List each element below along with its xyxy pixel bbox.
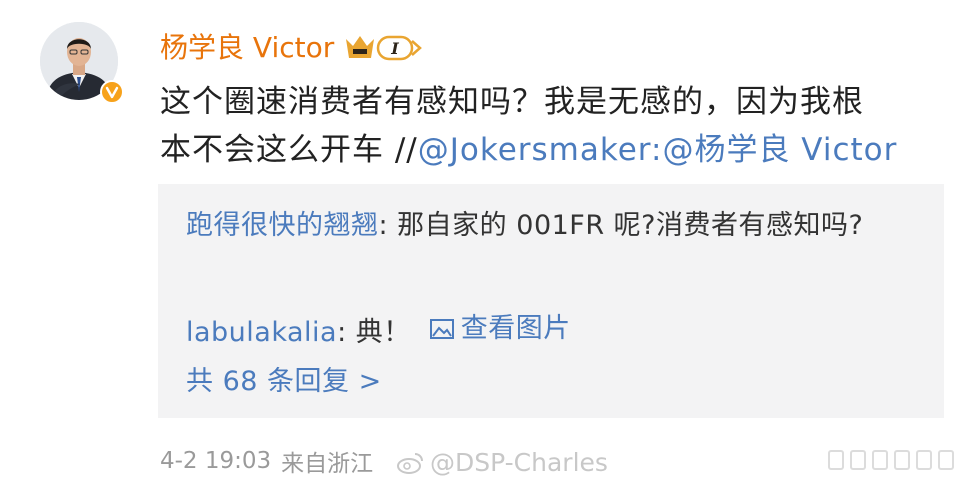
comment-2-user[interactable]: labulakalia bbox=[186, 317, 337, 348]
verified-v-icon bbox=[100, 80, 124, 104]
post-time: 4-2 19:03 bbox=[160, 448, 272, 474]
comment-2-text: : 典！ bbox=[337, 317, 411, 348]
vip-level-text: I bbox=[391, 39, 400, 58]
comment-2[interactable]: labulakalia: 典！ 查看图片 bbox=[186, 307, 571, 355]
avatar[interactable] bbox=[40, 22, 128, 118]
post-content-line-2: 本不会这么开车 //@Jokersmaker:@杨学良 Victor bbox=[160, 126, 940, 174]
comments-panel: 跑得很快的翘翘: 那自家的 001FR 呢?消费者有感知吗? labulakal… bbox=[158, 184, 944, 418]
vip-crown-icon[interactable]: I bbox=[344, 33, 424, 63]
post-content: 这个圈速消费者有感知吗？我是无感的，因为我根 本不会这么开车 //@Jokers… bbox=[160, 78, 940, 174]
reply-count-link[interactable]: 共 68 条回复 > bbox=[186, 360, 382, 404]
comment-1-text: : 那自家的 001FR 呢?消费者有感知吗? bbox=[378, 210, 864, 241]
view-image-label: 查看图片 bbox=[460, 313, 571, 344]
watermark-text: @DSP-Charles bbox=[430, 448, 608, 477]
more-dots-icon[interactable] bbox=[828, 450, 954, 470]
weibo-post: 杨学良 Victor I 这个圈速消费者有感知吗？我是无感的，因为我根 本不会这… bbox=[0, 0, 974, 485]
author-row: 杨学良 Victor I bbox=[160, 28, 424, 68]
comment-1-user[interactable]: 跑得很快的翘翘 bbox=[186, 210, 379, 241]
view-image-link[interactable]: 查看图片 bbox=[429, 307, 571, 351]
weibo-logo-icon bbox=[397, 452, 423, 474]
post-footer: 4-2 19:03 来自浙江 bbox=[160, 444, 373, 478]
post-source: 来自浙江 bbox=[281, 451, 374, 477]
post-content-line-2-text: 本不会这么开车 // bbox=[160, 132, 418, 168]
mention-colon: : bbox=[651, 132, 663, 168]
mention-jokersmaker[interactable]: @Jokersmaker bbox=[418, 132, 651, 168]
author-name[interactable]: 杨学良 Victor bbox=[160, 28, 334, 68]
watermark: @DSP-Charles bbox=[396, 448, 608, 477]
post-content-line-1: 这个圈速消费者有感知吗？我是无感的，因为我根 bbox=[160, 84, 864, 120]
image-icon bbox=[429, 319, 454, 339]
comment-1[interactable]: 跑得很快的翘翘: 那自家的 001FR 呢?消费者有感知吗? bbox=[186, 204, 926, 248]
mention-yang-xueliang[interactable]: @杨学良 Victor bbox=[662, 132, 897, 168]
